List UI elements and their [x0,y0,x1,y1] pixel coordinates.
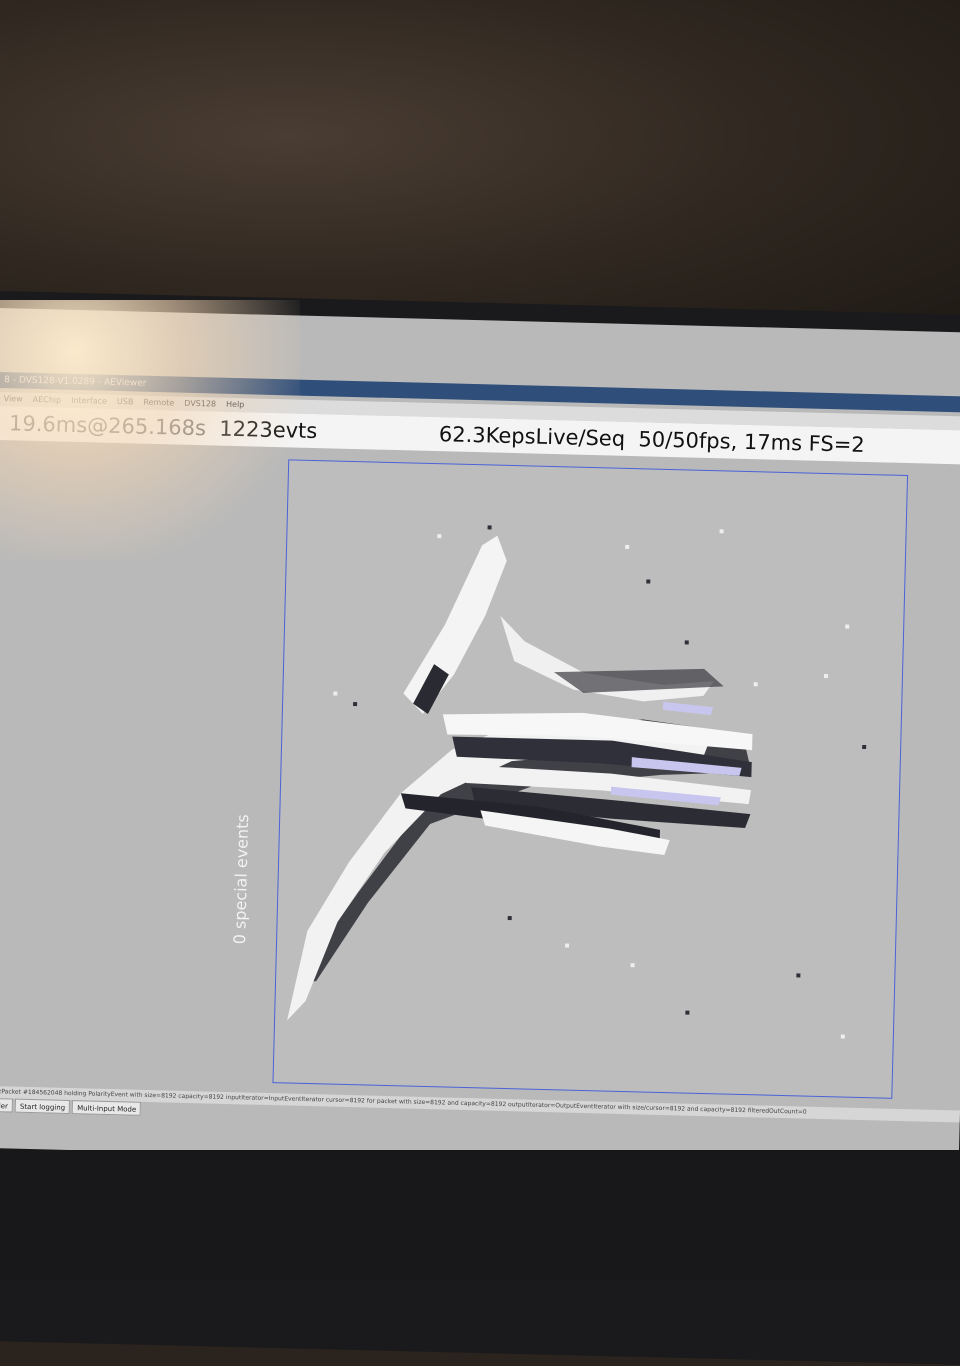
menu-remote[interactable]: Remote [143,396,174,411]
event-canvas [287,525,867,1039]
bottom-button-row: render Start logging Multi-Input Mode [0,1097,142,1118]
menu-dvs128[interactable]: DVS128 [184,397,216,412]
multi-input-mode-button[interactable]: Multi-Input Mode [72,1100,142,1116]
menu-interface[interactable]: Interface [71,394,107,409]
menu-help[interactable]: Help [226,398,245,412]
status-left: 19.6ms@265.168s 1223evts [9,406,318,448]
desk-background [0,0,960,340]
monitor-lower-bezel [0,1150,960,1280]
event-display-frame[interactable] [272,459,909,1099]
menu-aechip[interactable]: AEChip [32,393,62,408]
monitor-screen: 8 - DVS128-V1.0289 - AEViewer View AEChi… [0,308,960,1173]
start-logging-button[interactable]: Start logging [14,1098,71,1115]
packet-time-readout: 19.6ms@265.168s [8,411,207,441]
fps-readout: 50/50fps, 17ms FS=2 [638,427,866,457]
menu-view[interactable]: View [4,392,23,406]
event-count-readout: 1223evts [219,416,318,444]
window-title: 8 - DVS128-V1.0289 - AEViewer [4,375,147,389]
menu-usb[interactable]: USB [117,395,134,409]
render-button[interactable]: render [0,1097,14,1113]
special-events-label: 0 special events [229,813,253,945]
hand-silhouette-image [287,535,753,1021]
event-rate-readout: 62.3KepsLive/Seq [438,422,626,451]
